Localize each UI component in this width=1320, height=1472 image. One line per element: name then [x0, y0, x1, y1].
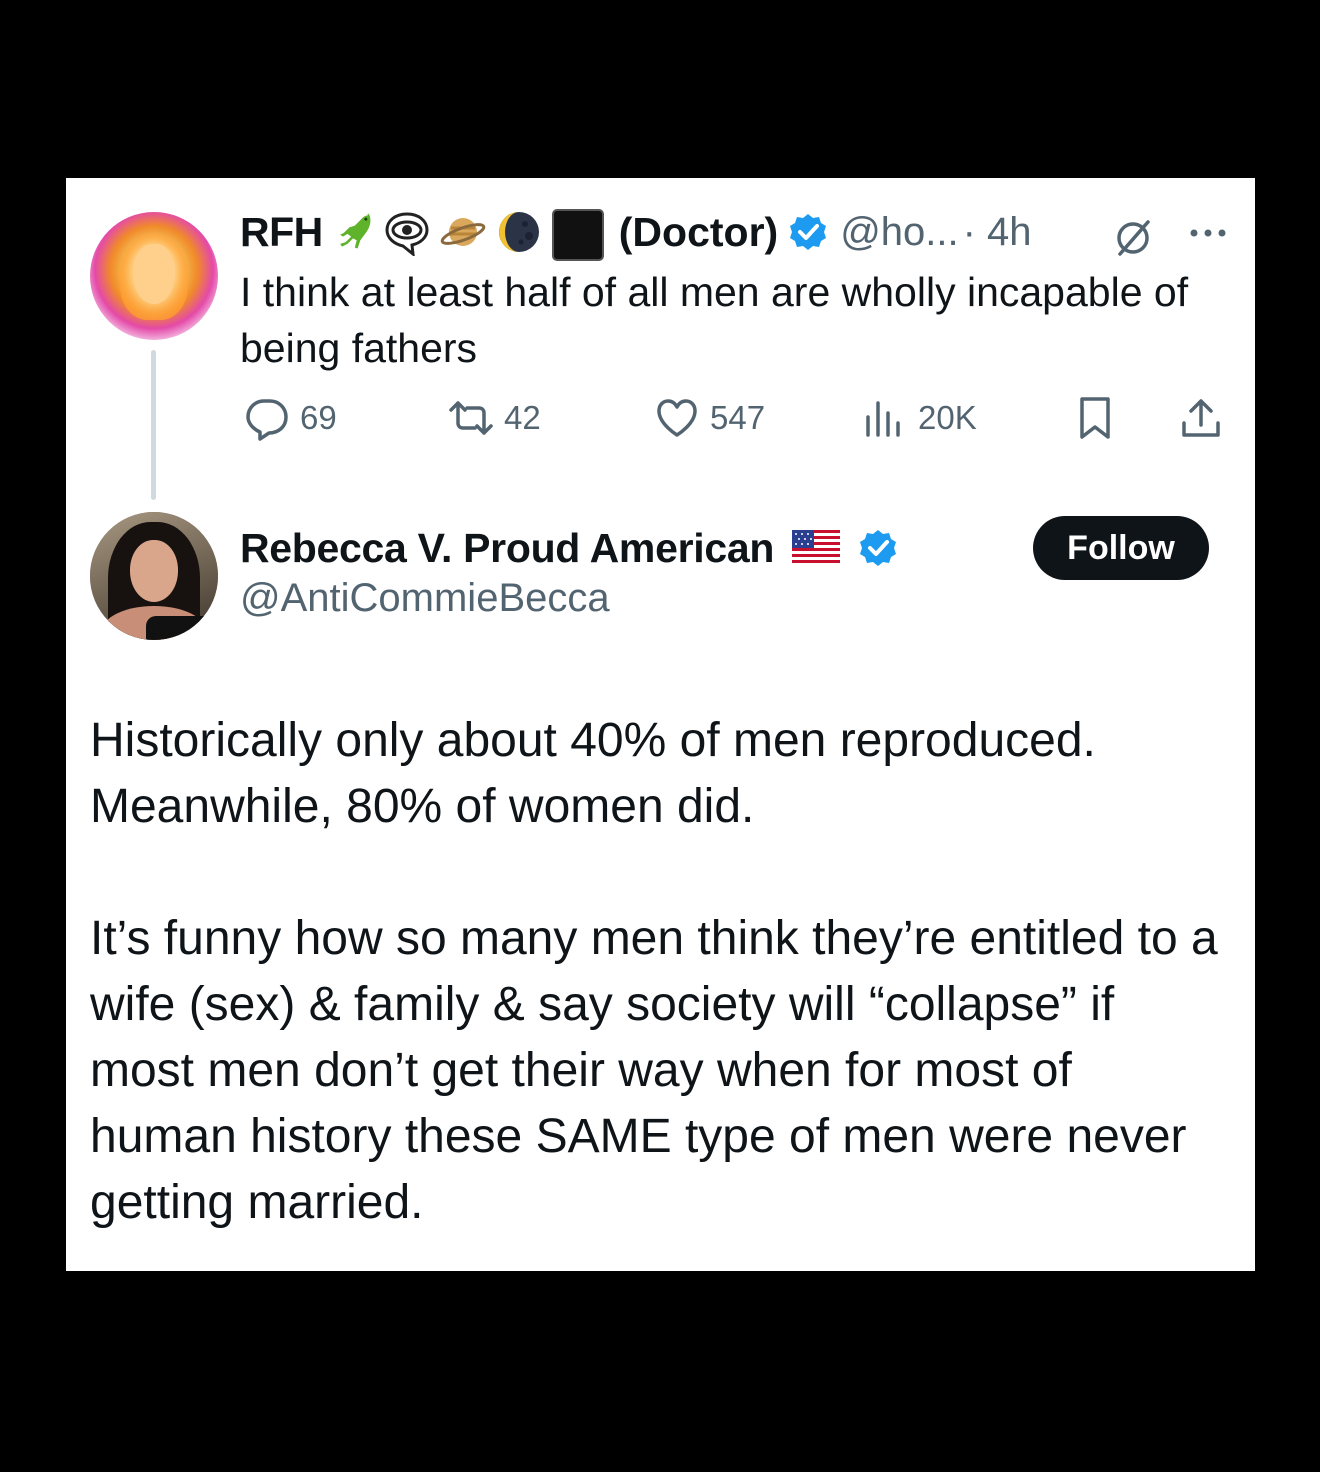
- tweet-card: RFH (Doctor) @ho... · 4h I think at leas…: [66, 178, 1255, 1271]
- reply-button[interactable]: 69: [244, 390, 337, 446]
- grok-actions-icon[interactable]: [1110, 214, 1156, 260]
- verified-badge-icon: [788, 212, 828, 252]
- verified-badge-icon: [858, 528, 898, 568]
- avatar-face: [130, 540, 178, 602]
- title-suffix: (Doctor): [618, 208, 779, 255]
- tweet-paragraph: It’s funny how so many men think they’re…: [90, 912, 1218, 1229]
- thread-connector-line: [151, 350, 156, 500]
- parent-avatar[interactable]: [90, 212, 218, 340]
- share-button[interactable]: [1178, 390, 1224, 446]
- retweet-count: 42: [504, 399, 541, 436]
- parent-timestamp[interactable]: · 4h: [963, 210, 1032, 255]
- parent-handle[interactable]: @ho...: [840, 210, 958, 255]
- retweet-button[interactable]: 42: [448, 390, 541, 446]
- tweet-paragraph: Historically only about 40% of men repro…: [90, 714, 1096, 833]
- reply-count: 69: [300, 399, 337, 436]
- parent-tweet-header: RFH (Doctor) @ho... · 4h: [240, 208, 1032, 261]
- main-display-name[interactable]: Rebecca V. Proud American: [240, 525, 774, 572]
- main-handle[interactable]: @AntiCommieBecca: [240, 576, 610, 621]
- saturn-icon: [439, 208, 487, 256]
- moon-icon: [495, 208, 543, 256]
- main-tweet-text: Historically only about 40% of men repro…: [90, 708, 1230, 1236]
- parent-tweet-actions: 69 42 547 20K: [240, 390, 1240, 446]
- like-count: 547: [710, 399, 766, 436]
- avatar-face: [133, 244, 175, 304]
- follow-button[interactable]: Follow: [1033, 516, 1209, 580]
- parent-tweet-text: I think at least half of all men are who…: [240, 269, 1189, 371]
- reply-icon: [246, 399, 288, 441]
- us-flag-icon: [792, 530, 841, 566]
- lizard-emoji-icon: [331, 208, 375, 256]
- main-avatar[interactable]: [90, 512, 218, 640]
- heart-icon: [657, 399, 697, 437]
- more-options-icon[interactable]: [1186, 218, 1230, 248]
- share-icon: [1182, 399, 1220, 437]
- views-count: 20K: [918, 399, 977, 436]
- parent-display-name[interactable]: RFH: [240, 209, 323, 256]
- black-square-icon: [551, 208, 605, 261]
- like-button[interactable]: 547: [654, 390, 765, 446]
- avatar-clothing: [146, 616, 206, 640]
- main-tweet-header: Rebecca V. Proud American: [240, 522, 898, 574]
- retweet-icon: [449, 401, 493, 435]
- views-chart-icon: [866, 401, 900, 437]
- views-button[interactable]: 20K: [862, 390, 977, 446]
- eye-in-speech-bubble-icon: [383, 208, 431, 258]
- bookmark-icon: [1080, 397, 1110, 439]
- bookmark-button[interactable]: [1072, 390, 1118, 446]
